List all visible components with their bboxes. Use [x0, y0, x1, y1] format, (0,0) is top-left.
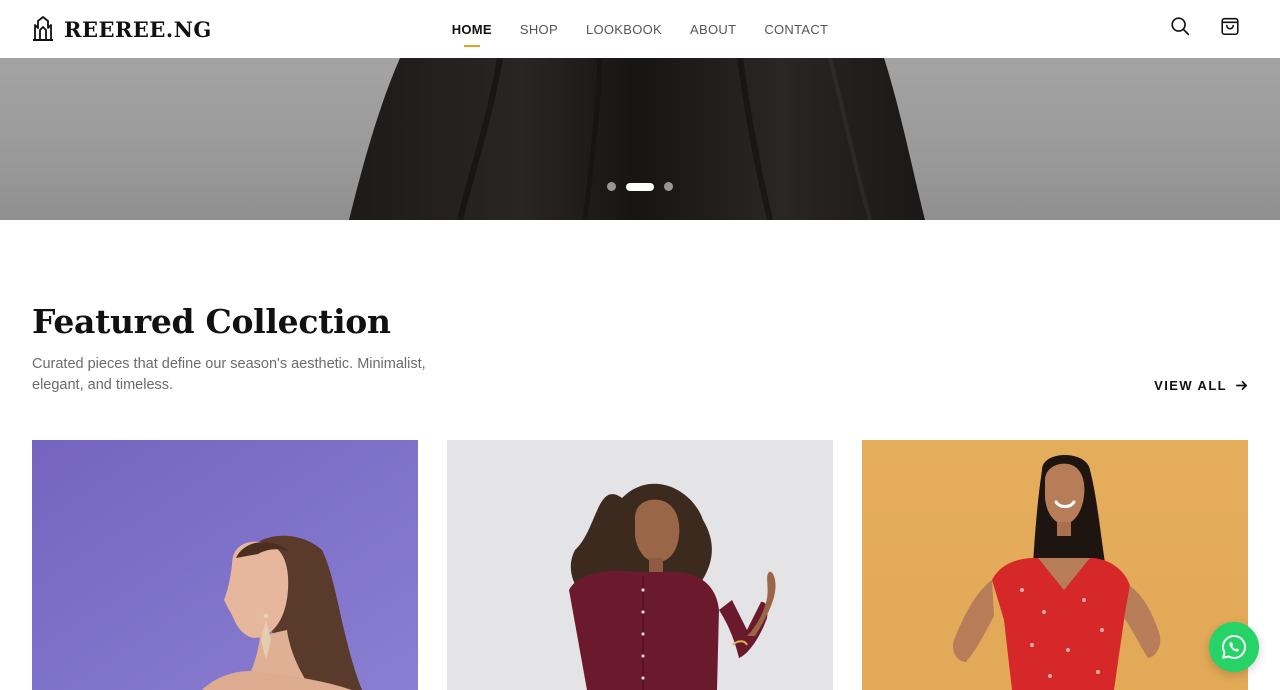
- hero-dress-image: [349, 58, 925, 220]
- slider-dot-1[interactable]: [607, 182, 616, 191]
- brand-name: REEREE.NG: [64, 16, 212, 42]
- brand-link[interactable]: REEREE.NG: [32, 16, 212, 42]
- site-header: REEREE.NG HOME SHOP LOOKBOOK ABOUT CONTA…: [0, 0, 1280, 58]
- product-image-woman-curly-hair: [447, 440, 833, 690]
- hero-banner: [0, 58, 1280, 220]
- product-card[interactable]: [862, 440, 1248, 690]
- whatsapp-icon: [1222, 635, 1246, 659]
- nav-item-contact[interactable]: CONTACT: [764, 18, 828, 41]
- product-image-woman-profile: [32, 440, 418, 690]
- view-all-label: VIEW ALL: [1154, 378, 1227, 393]
- hero-slider-dots: [0, 182, 1280, 191]
- nav-item-shop[interactable]: SHOP: [520, 18, 558, 41]
- nav-item-home[interactable]: HOME: [452, 18, 492, 47]
- featured-description: Curated pieces that define our season's …: [32, 356, 426, 393]
- nav-item-lookbook[interactable]: LOOKBOOK: [586, 18, 662, 41]
- whatsapp-button[interactable]: [1209, 622, 1259, 672]
- view-all-link[interactable]: VIEW ALL: [1154, 378, 1248, 393]
- cart-button[interactable]: [1218, 14, 1242, 38]
- header-actions: [1168, 14, 1242, 38]
- nav-item-about[interactable]: ABOUT: [690, 18, 736, 41]
- slider-dot-3[interactable]: [664, 182, 673, 191]
- product-card[interactable]: [447, 440, 833, 690]
- crown-logo-icon: [33, 16, 53, 41]
- search-icon: [1171, 17, 1190, 36]
- product-image-woman-red-dress: [862, 440, 1248, 690]
- shopping-bag-icon: [1221, 17, 1239, 36]
- search-button[interactable]: [1168, 14, 1192, 38]
- featured-title: Featured Collection: [32, 302, 391, 341]
- slider-dot-2[interactable]: [626, 182, 654, 191]
- product-grid: [32, 440, 1248, 690]
- arrow-right-icon: [1236, 380, 1247, 391]
- product-card[interactable]: [32, 440, 418, 690]
